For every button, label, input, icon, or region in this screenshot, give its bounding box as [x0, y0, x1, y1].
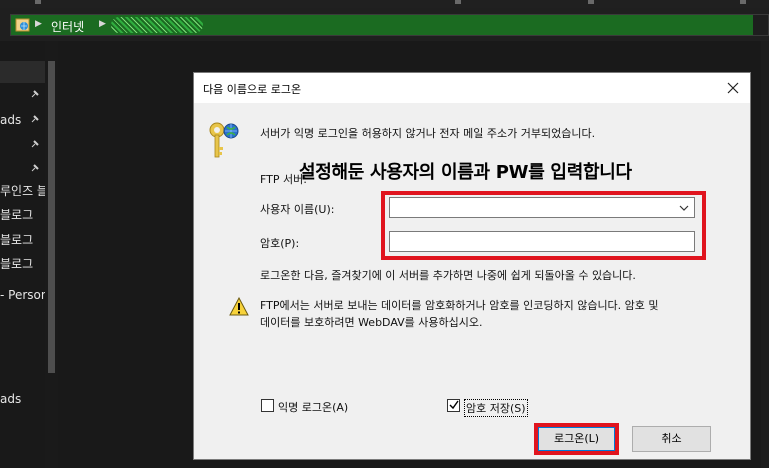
- username-label: 사용자 이름(U):: [260, 203, 335, 216]
- nav-item[interactable]: ads: [0, 113, 21, 127]
- address-bar-highlight: ▶ 인터넷 ▶: [11, 15, 753, 35]
- pin-icon: [31, 164, 39, 172]
- anonymous-logon-checkbox[interactable]: [261, 399, 274, 412]
- warning-text-line2: 데이터를 보호하려면 WebDAV를 사용하십시오.: [260, 316, 483, 329]
- nav-scrollbar-thumb[interactable]: [48, 61, 55, 373]
- internet-folder-icon: [15, 18, 30, 32]
- dialog-title: 다음 이름으로 로그온: [203, 83, 302, 96]
- nav-item[interactable]: 블로그: [0, 206, 33, 223]
- nav-item[interactable]: 루인즈 블: [0, 182, 45, 199]
- ribbon-fragment: [35, 0, 41, 4]
- nav-scrollbar[interactable]: [45, 41, 58, 468]
- save-password-checkbox[interactable]: [447, 399, 460, 412]
- nav-item[interactable]: ads: [0, 392, 21, 406]
- logon-dialog: 다음 이름으로 로그온 서버가 익명 로그인을 허용하지 않거나 전자 메일 주…: [193, 72, 751, 460]
- pin-icon: [31, 140, 39, 148]
- nav-item[interactable]: 블로그: [0, 231, 33, 248]
- warning-icon: [229, 297, 249, 316]
- address-bar-region: ▶ 인터넷 ▶: [0, 8, 769, 41]
- pin-icon: [31, 115, 39, 123]
- annotation-caption: 설정해둔 사용자의 이름과 PW를 입력합니다: [299, 162, 632, 183]
- top-strip: [0, 0, 769, 8]
- warning-text-line1: FTP에서는 서버로 보내는 데이터를 암호화하거나 암호를 인코딩하지 않습니…: [260, 299, 659, 312]
- annotation-highlight-logon: [534, 423, 619, 455]
- pin-icon: [31, 90, 39, 98]
- redacted-address: [111, 17, 203, 33]
- password-label: 암호(P):: [260, 237, 300, 250]
- ribbon-fragment: [455, 0, 461, 4]
- annotation-highlight-fields: [381, 191, 706, 260]
- breadcrumb-chevron-icon[interactable]: ▶: [35, 19, 42, 29]
- nav-item[interactable]: 블로그: [0, 255, 33, 272]
- ribbon-fragment: [740, 0, 746, 4]
- cancel-button[interactable]: 취소: [632, 426, 711, 452]
- nav-item[interactable]: - Person: [0, 288, 45, 302]
- key-globe-icon: [209, 122, 239, 158]
- address-location[interactable]: 인터넷: [51, 18, 84, 35]
- checkmark-icon: [449, 400, 459, 410]
- favorites-info-text: 로그온한 다음, 즐겨찾기에 이 서버를 추가하면 나중에 쉽게 되돌아올 수 …: [260, 269, 636, 282]
- close-icon[interactable]: [724, 79, 742, 97]
- save-password-label[interactable]: 암호 저장(S): [464, 399, 528, 417]
- content-scrollbar[interactable]: [761, 41, 769, 468]
- anonymous-logon-label[interactable]: 익명 로그온(A): [278, 399, 348, 415]
- nav-selected-row: [0, 61, 45, 83]
- rejection-message: 서버가 익명 로그인을 허용하지 않거나 전자 메일 주소가 거부되었습니다.: [260, 127, 596, 140]
- ribbon-fragment: [588, 0, 594, 4]
- breadcrumb-chevron-icon[interactable]: ▶: [99, 19, 106, 29]
- address-bar[interactable]: ▶ 인터넷 ▶: [10, 14, 769, 36]
- dialog-titlebar: 다음 이름으로 로그온: [194, 73, 750, 103]
- navigation-pane: ads 루인즈 블 블로그 블로그 블로그 - Person ads: [0, 41, 45, 468]
